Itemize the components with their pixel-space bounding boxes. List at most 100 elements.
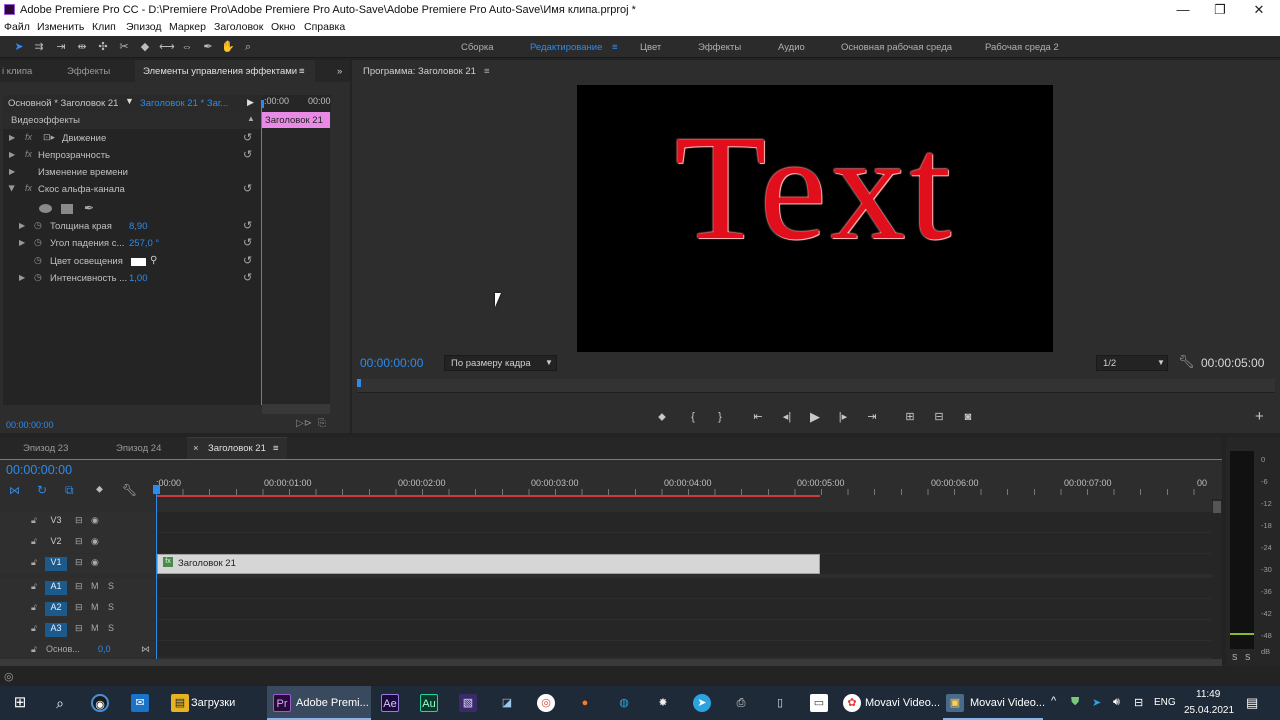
menu-window[interactable]: Окно (271, 21, 295, 33)
timeline-horizontal-scrollbar[interactable] (0, 659, 1222, 666)
reset-icon[interactable]: ↺ (243, 148, 252, 161)
collapse-up-icon[interactable]: ▲ (247, 114, 255, 123)
sync-lock-icon[interactable]: ⊟ (75, 602, 83, 613)
stopwatch-icon[interactable]: ◷ (34, 272, 42, 283)
fx-sequence-label[interactable]: Заголовок 21 * Заг... (140, 98, 228, 109)
ripple-edit-icon[interactable]: ⇥ (54, 40, 68, 54)
solo-button[interactable]: S (108, 623, 114, 633)
taskbar-downloads[interactable]: ▤ Загрузки (165, 686, 263, 720)
color-swatch[interactable] (131, 258, 146, 266)
track-lane[interactable] (156, 641, 1212, 657)
fx-source-label[interactable]: Основной * Заголовок 21 (8, 98, 118, 109)
pen-mask-icon[interactable]: ✒ (84, 201, 94, 215)
reset-icon[interactable]: ↺ (243, 254, 252, 267)
razor-icon[interactable]: ✂ (117, 40, 131, 54)
track-name[interactable]: V3 (45, 515, 67, 529)
tab-title-21[interactable]: Заголовок 21 (208, 443, 266, 454)
ellipse-mask-icon[interactable] (39, 204, 52, 213)
expand-triangle-icon[interactable]: ▶ (9, 150, 15, 159)
scroll-thumb[interactable] (1213, 501, 1221, 513)
track-select-icon[interactable]: ⇉ (32, 40, 46, 54)
track-name[interactable]: A1 (45, 581, 67, 595)
windows-start-icon[interactable]: ⊞ (11, 694, 29, 712)
sync-lock-icon[interactable]: ⊟ (75, 557, 83, 568)
stopwatch-icon[interactable]: ◷ (34, 255, 42, 266)
eye-icon[interactable]: ◉ (91, 557, 99, 568)
export-icon[interactable]: ⎘ (318, 418, 326, 429)
language-indicator[interactable]: ENG (1154, 697, 1176, 708)
video-preview[interactable]: Text (577, 85, 1053, 352)
extract-icon[interactable]: ⊟ (930, 408, 948, 426)
workspace-editing[interactable]: Редактирование (530, 42, 602, 53)
zoom-icon[interactable]: ⌕ (241, 40, 255, 54)
expand-triangle-icon[interactable]: ▶ (19, 221, 25, 230)
sync-lock-icon[interactable]: ⊟ (75, 581, 83, 592)
master-volume-value[interactable]: 0,0 (98, 644, 111, 654)
edge-icon[interactable]: ◍ (615, 694, 633, 712)
fx-clip-bar[interactable]: Заголовок 21 (262, 112, 330, 128)
param-light-color[interactable]: ◷ Цвет освещения ⚲ ↺ (3, 253, 261, 270)
wrench-settings-icon[interactable]: 🔧︎ (1178, 354, 1195, 370)
telegram-tray-icon[interactable]: ➤ (1092, 696, 1101, 709)
step-forward-icon[interactable]: |▸ (834, 408, 852, 426)
program-playhead[interactable] (357, 379, 361, 387)
menu-clip[interactable]: Клип (92, 21, 116, 33)
slide-icon[interactable]: ⟷ (159, 40, 175, 54)
eye-icon[interactable]: ◉ (91, 536, 99, 547)
close-button[interactable]: ✕ (1240, 0, 1278, 20)
sync-lock-icon[interactable]: ⊟ (75, 515, 83, 526)
fit-dropdown[interactable]: По размеру кадра ▼ (444, 355, 557, 371)
status-render-icon[interactable]: ◎ (4, 670, 14, 683)
solo-button[interactable]: S (108, 602, 114, 612)
hand-icon[interactable]: ✋ (221, 40, 235, 54)
rectangle-mask-icon[interactable] (61, 204, 73, 214)
go-to-end-icon[interactable]: ⋈ (141, 644, 150, 655)
lift-icon[interactable]: ⊞ (901, 408, 919, 426)
track-lane[interactable] (156, 578, 1212, 598)
linked-selection-icon[interactable]: ↻ (37, 483, 47, 497)
telegram-icon[interactable]: ➤ (693, 694, 711, 712)
eye-icon[interactable]: ◉ (91, 515, 99, 526)
notes-icon[interactable]: ◪ (498, 694, 516, 712)
timeline-vertical-scrollbar[interactable] (1212, 499, 1222, 659)
lock-icon[interactable]: 🔓︎ (31, 644, 37, 655)
menu-marker[interactable]: Маркер (169, 21, 206, 33)
track-lane[interactable] (156, 533, 1212, 553)
reset-icon[interactable]: ↺ (243, 219, 252, 232)
taskbar-movavi-1[interactable]: ✿ Movavi Video... (840, 686, 940, 720)
add-marker-icon[interactable]: ⬥ (653, 408, 671, 426)
workspace-menu-icon[interactable]: ≡ (612, 42, 618, 53)
source-dropdown-icon[interactable]: ▼ (125, 96, 134, 106)
lock-icon[interactable]: 🔓︎ (31, 515, 37, 526)
program-menu-icon[interactable]: ≡ (484, 66, 490, 77)
taskbar-movavi-2[interactable]: ▣ Movavi Video... (943, 686, 1045, 720)
sync-lock-icon[interactable]: ⊟ (75, 623, 83, 634)
mute-button[interactable]: M (91, 623, 99, 633)
insert-overwrite-icon[interactable]: ⧉ (65, 483, 74, 498)
notifications-icon[interactable]: ▤ (1246, 695, 1258, 711)
reset-icon[interactable]: ↺ (243, 271, 252, 284)
param-light-angle[interactable]: ▶ ◷ Угол падения с... 257,0 ° ↺ (3, 235, 261, 252)
menu-title[interactable]: Заголовок (214, 21, 263, 33)
rate-stretch-icon[interactable]: ✣ (96, 40, 110, 54)
printer-icon[interactable]: ⎙ (732, 694, 750, 712)
fx-timecode[interactable]: 00:00:00:00 (6, 420, 54, 430)
fx-time-ruler[interactable]: :00:00 00:00 (261, 95, 331, 112)
after-effects-icon[interactable]: Ae (381, 694, 399, 712)
editor-icon[interactable]: ▧ (459, 694, 477, 712)
track-name[interactable]: V2 (45, 536, 67, 550)
fx-mini-timeline[interactable] (258, 128, 330, 405)
mute-button[interactable]: M (91, 602, 99, 612)
effect-motion[interactable]: ▶ fx ⊡▸ Движение ↺ (3, 130, 261, 147)
param-value[interactable]: 1,00 (129, 273, 148, 284)
workspace-essentials[interactable]: Основная рабочая среда (841, 42, 952, 53)
security-icon[interactable]: ⛊ (1071, 696, 1079, 709)
document-icon[interactable]: ▯ (771, 694, 789, 712)
effect-alpha-bevel[interactable]: ▶ fx Скос альфа-канала ↺ (3, 181, 261, 198)
panel-menu-icon[interactable]: ≡ (299, 66, 305, 77)
tab-sequence-24[interactable]: Эпизод 24 (116, 443, 161, 454)
track-name[interactable]: A3 (45, 623, 67, 637)
stopwatch-icon[interactable]: ◷ (34, 237, 42, 248)
filter-icon[interactable]: ▷⊳ (296, 418, 312, 429)
chrome-icon[interactable]: ◎ (537, 694, 555, 712)
